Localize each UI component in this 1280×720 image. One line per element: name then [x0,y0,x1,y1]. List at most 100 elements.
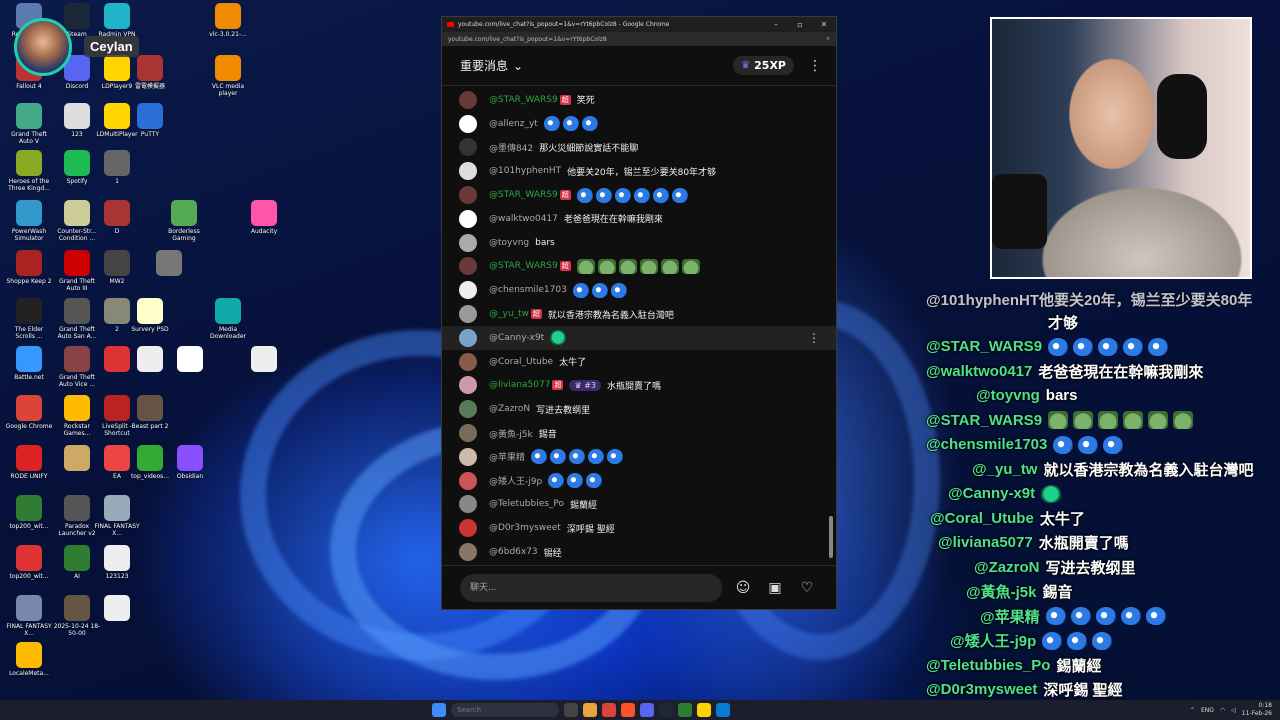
chat-mode-dropdown[interactable]: 重要消息 ⌄ [460,57,733,74]
author-name[interactable]: @allenz_yt [489,119,538,129]
desktop-icon[interactable]: vlc-3.0.21-... [204,3,252,38]
desktop-icon[interactable]: D [93,200,141,235]
author-name[interactable]: @苹果精 [489,450,525,463]
desktop-icon[interactable]: VLC media player [204,55,252,97]
author-avatar[interactable] [459,209,477,228]
author-avatar[interactable] [459,90,477,109]
chat-message[interactable]: @chensmile1703 [442,278,836,302]
author-name[interactable]: @STAR_WARS9 [489,190,558,200]
desktop-icon[interactable]: Heroes of the Three Kingd... [5,150,53,192]
desktop-icon[interactable]: FINAL FANTASY X... [93,495,141,537]
more-options-icon[interactable]: ⋮ [808,58,822,74]
emoji-icon[interactable]: ☺ [732,580,754,596]
author-avatar[interactable] [459,281,477,300]
author-name[interactable]: @黃魚-j5k [489,427,533,440]
desktop-icon[interactable]: The Elder Scrolls ... [5,298,53,340]
author-name[interactable]: @toyvng [489,238,529,248]
desktop-icon[interactable] [145,250,193,278]
author-avatar[interactable] [459,233,477,252]
obs-icon[interactable] [716,703,730,717]
author-avatar[interactable] [459,519,477,538]
desktop-icon[interactable]: 1 [93,150,141,185]
author-name[interactable]: @Teletubbies_Po [489,499,564,509]
author-avatar[interactable] [459,186,477,205]
author-avatar[interactable] [459,162,477,181]
message-more-icon[interactable]: ⋮ [808,331,820,345]
author-avatar[interactable] [459,471,477,490]
author-avatar[interactable] [459,114,477,133]
heart-icon[interactable]: ♡ [796,580,818,596]
chat-message[interactable]: @D0r3mysweet 深呼錫 聖經 [442,516,836,540]
chat-message[interactable]: @Teletubbies_Po 錫蘭經 [442,493,836,517]
author-avatar[interactable] [459,543,477,562]
desktop-icon[interactable]: FINAL FANTASY X... [5,595,53,637]
author-avatar[interactable] [459,447,477,466]
author-avatar[interactable] [459,328,477,347]
desktop-icon[interactable] [93,595,141,623]
address-bar[interactable]: youtube.com/live_chat?is_popout=1&v=rYt6… [442,32,836,46]
excel-icon[interactable] [678,703,692,717]
desktop-icon[interactable]: top200_wit... [5,545,53,580]
author-name[interactable]: @liviana5077 [489,380,550,390]
taskbar-search[interactable] [451,703,559,717]
author-name[interactable]: @_yu_tw [489,309,529,319]
desktop-icon[interactable]: Media Downloader [204,298,252,340]
author-name[interactable]: @6bd6x73 [489,547,538,557]
clock[interactable]: 0:18 11-Feb-26 [1242,702,1272,718]
chat-message[interactable]: @墨傳842 那火災細節說實話不能聊 [442,136,836,160]
chat-message[interactable]: @allenz_yt [442,112,836,136]
window-titlebar[interactable]: youtube.com/live_chat?is_popout=1&v=rYt6… [442,17,836,32]
chat-message[interactable]: @STAR_WARS9 超 [442,255,836,279]
desktop-icon[interactable]: Battle.net [5,346,53,381]
author-name[interactable]: @chensmile1703 [489,285,567,295]
desktop-icon[interactable]: Borderless Gaming [160,200,208,242]
chat-message[interactable]: @苹果精 [442,445,836,469]
language-indicator[interactable]: ENG [1201,707,1214,714]
steam-icon[interactable] [659,703,673,717]
author-avatar[interactable] [459,400,477,419]
chat-message[interactable]: @6bd6x73 锡经 [442,540,836,562]
tray-chevron-icon[interactable]: ⌃ [1190,707,1195,714]
chat-messages[interactable]: @STAR_WARS9 超笑死 @allenz_yt @墨傳842 那火災細節說實話不能… [442,86,836,562]
file-explorer-icon[interactable] [583,703,597,717]
chat-message[interactable]: @toyvng bars [442,231,836,255]
desktop-icon[interactable]: PuTTY [126,103,174,138]
author-avatar[interactable] [459,376,477,395]
author-avatar[interactable] [459,495,477,514]
super-chat-icon[interactable]: ▣ [764,580,786,596]
author-name[interactable]: @STAR_WARS9 [489,261,558,271]
author-name[interactable]: @STAR_WARS9 [489,95,558,105]
task-view-icon[interactable] [564,703,578,717]
desktop-icon[interactable] [166,346,214,374]
desktop-icon[interactable]: 123123 [93,545,141,580]
chat-message[interactable]: @STAR_WARS9 超 [442,183,836,207]
chat-message[interactable]: @walktwo0417 老爸爸現在在幹嘛我剛來 [442,207,836,231]
maximize-icon[interactable]: ▫ [788,20,812,29]
chrome-icon[interactable] [602,703,616,717]
chat-message[interactable]: @Canny-x9t ⋮ [442,325,836,350]
author-avatar[interactable] [459,257,477,276]
chat-message[interactable]: @黃魚-j5k 錫音 [442,421,836,445]
author-name[interactable]: @Canny-x9t [489,333,544,343]
author-name[interactable]: @Coral_Utube [489,357,553,367]
desktop-icon[interactable]: Grand Theft Auto V [5,103,53,145]
author-name[interactable]: @墨傳842 [489,141,533,154]
volume-icon[interactable]: ◁ [1231,707,1236,714]
wifi-icon[interactable]: ◠ [1220,707,1225,714]
minimize-icon[interactable]: – [764,20,788,29]
chat-message[interactable]: @STAR_WARS9 超笑死 [442,88,836,112]
start-icon[interactable] [432,703,446,717]
chat-message[interactable]: @ZazroN 写进去教纲里 [442,397,836,421]
chat-input[interactable] [460,573,722,602]
author-avatar[interactable] [459,424,477,443]
author-avatar[interactable] [459,138,477,157]
desktop-icon[interactable]: Google Chrome [5,395,53,430]
desktop-icon[interactable]: 雷電模擬器 [126,55,174,90]
chat-message[interactable]: @_yu_tw 超就以香港宗教為名義入駐台灣吧 [442,302,836,326]
author-avatar[interactable] [459,305,477,324]
author-name[interactable]: @101hyphenHT [489,166,561,176]
ldplayer-icon[interactable] [697,703,711,717]
chat-message[interactable]: @矮人王-j9p [442,469,836,493]
xp-badge[interactable]: ♛ 25XP [733,56,794,75]
desktop-icon[interactable]: Audacity [240,200,288,235]
